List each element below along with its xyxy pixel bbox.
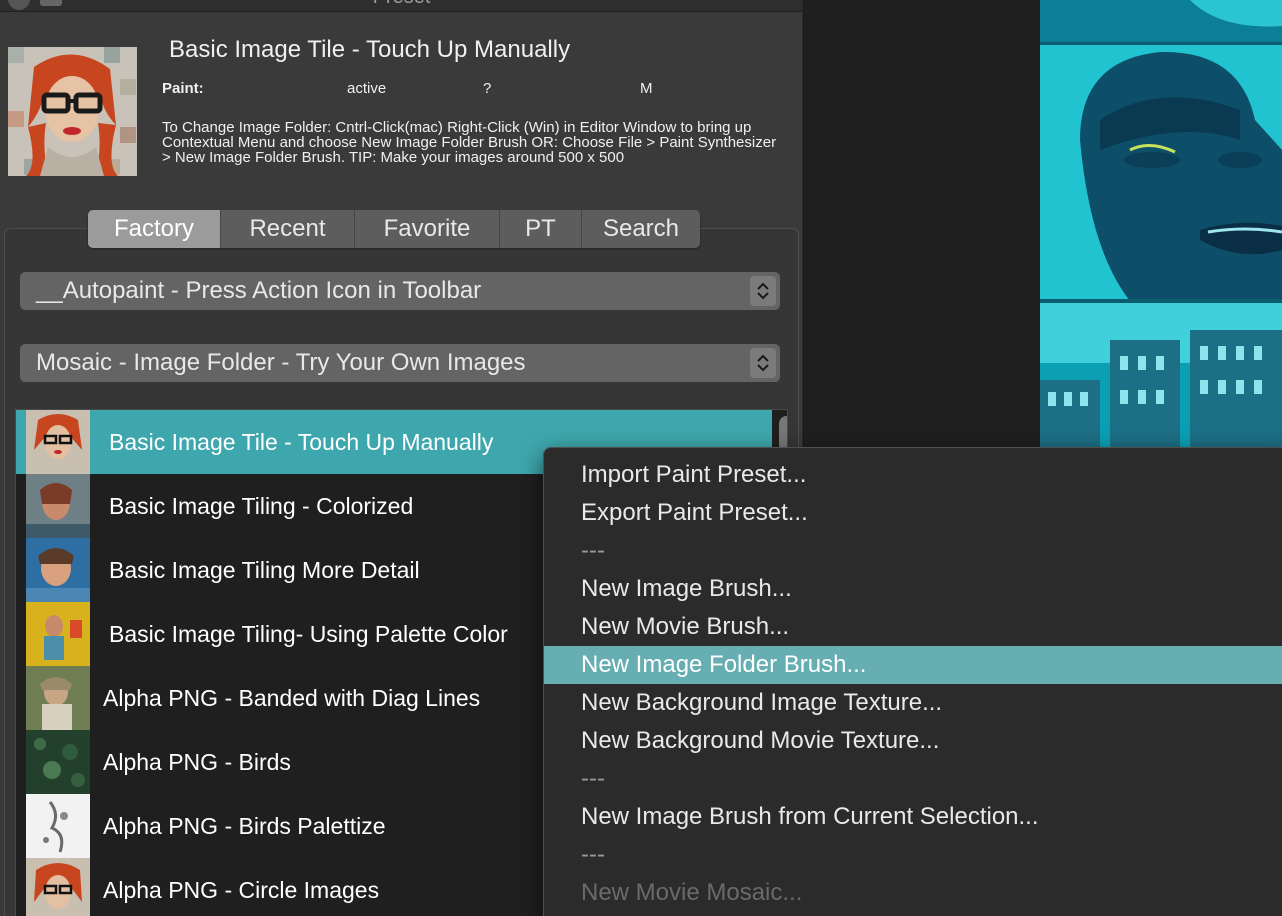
category-select[interactable]: __Autopaint - Press Action Icon in Toolb… [20,272,780,310]
menu-separator: --- [581,765,605,792]
menu-item-new-movie-brush[interactable]: New Movie Brush... [544,608,1282,646]
menu-item-import-paint-preset[interactable]: Import Paint Preset... [544,456,1282,494]
preset-item-thumbnail [26,858,90,916]
list-item-label: Basic Image Tiling- Using Palette Color [109,621,508,647]
preset-item-thumbnail [26,794,90,858]
list-item-label: Alpha PNG - Birds [103,749,291,775]
tab-recent[interactable]: Recent [221,210,355,248]
tab-pt[interactable]: PT [500,210,582,248]
preset-thumbnail [8,47,137,176]
preset-item-thumbnail [26,410,90,474]
menu-item-new-image-brush[interactable]: New Image Brush... [544,570,1282,608]
preset-tabs: Factory Recent Favorite PT Search [88,210,700,248]
preset-description: To Change Image Folder: Cntrl-Click(mac)… [162,119,777,166]
context-menu: Import Paint Preset... Export Paint Pres… [543,447,1282,916]
preset-title: Basic Image Tile - Touch Up Manually [169,36,571,63]
paint-question: ? [483,80,492,97]
preset-group-select-value: Mosaic - Image Folder - Try Your Own Ima… [36,349,526,376]
list-item-label: Basic Image Tiling - Colorized [109,493,414,519]
window-titlebar: Preset [0,0,802,12]
menu-item-new-background-image-texture[interactable]: New Background Image Texture... [544,684,1282,722]
tab-factory[interactable]: Factory [88,210,221,248]
category-select-value: __Autopaint - Press Action Icon in Toolb… [36,277,482,304]
list-item-label: Alpha PNG - Birds Palettize [103,813,386,839]
list-item-label: Alpha PNG - Banded with Diag Lines [103,685,481,711]
menu-item-new-image-brush-from-selection[interactable]: New Image Brush from Current Selection..… [544,798,1282,836]
preset-item-thumbnail [26,666,90,730]
menu-item-new-background-movie-texture[interactable]: New Background Movie Texture... [544,722,1282,760]
menu-separator: --- [581,841,605,868]
menu-item-export-paint-preset[interactable]: Export Paint Preset... [544,494,1282,532]
list-item-label: Basic Image Tiling More Detail [109,557,420,583]
up-down-chevron-icon [750,276,776,306]
menu-item-new-image-folder-brush[interactable]: New Image Folder Brush... [544,646,1282,684]
paint-mode: M [640,80,653,97]
list-item-label: Basic Image Tile - Touch Up Manually [109,429,494,455]
paint-status: active [347,80,387,97]
preset-item-thumbnail [26,602,90,666]
tab-favorite[interactable]: Favorite [355,210,500,248]
preset-item-thumbnail [26,730,90,794]
menu-separator: --- [581,537,605,564]
preset-item-thumbnail [26,474,90,538]
preset-group-select[interactable]: Mosaic - Image Folder - Try Your Own Ima… [20,344,780,382]
window-title: Preset [0,0,802,9]
list-item-label: Alpha PNG - Circle Images [103,877,380,903]
up-down-chevron-icon [750,348,776,378]
tab-search[interactable]: Search [582,210,700,248]
paint-label: Paint: [162,80,204,97]
preset-item-thumbnail [26,538,90,602]
menu-item-new-movie-mosaic: New Movie Mosaic... [581,879,803,906]
